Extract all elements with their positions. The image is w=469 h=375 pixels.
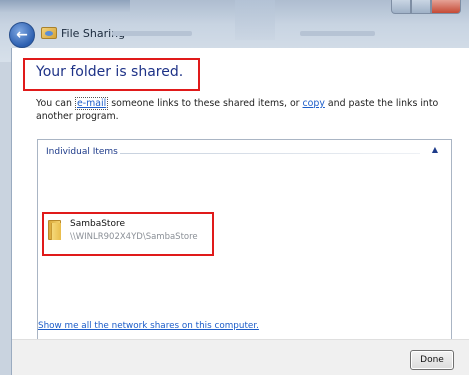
collapse-chevron-icon[interactable]: ▲ [429, 144, 441, 156]
background-window-edge [235, 0, 275, 40]
dialog-content: Your folder is shared. You can e-mail so… [11, 48, 469, 375]
back-button[interactable]: ← [9, 22, 35, 48]
blurred-tab-text [300, 31, 375, 36]
folder-icon [48, 220, 61, 240]
dialog-footer: Done [12, 339, 469, 375]
group-divider [120, 153, 420, 154]
done-button[interactable]: Done [410, 350, 454, 370]
background-window-edge [0, 0, 130, 12]
back-arrow-icon: ← [16, 27, 28, 43]
shared-item-path: \\WINLR902X4YD\SambaStore [70, 232, 198, 242]
window-controls [391, 0, 461, 14]
file-sharing-icon [41, 27, 57, 39]
description-prefix: You can [36, 98, 75, 109]
blurred-tab-text [112, 31, 192, 36]
copy-link[interactable]: copy [303, 98, 325, 109]
description-middle: someone links to these shared items, or [108, 98, 303, 109]
shared-item-name[interactable]: SambaStore [70, 219, 125, 229]
maximize-button[interactable] [410, 0, 431, 14]
page-title: Your folder is shared. [36, 64, 184, 80]
email-link[interactable]: e-mail [74, 97, 109, 110]
group-header-label: Individual Items [46, 147, 118, 157]
network-shares-link[interactable]: Show me all the network shares on this c… [38, 321, 259, 331]
description-text: You can e-mail someone links to these sh… [36, 97, 461, 123]
minimize-button[interactable] [391, 0, 411, 14]
close-button[interactable] [430, 0, 461, 14]
